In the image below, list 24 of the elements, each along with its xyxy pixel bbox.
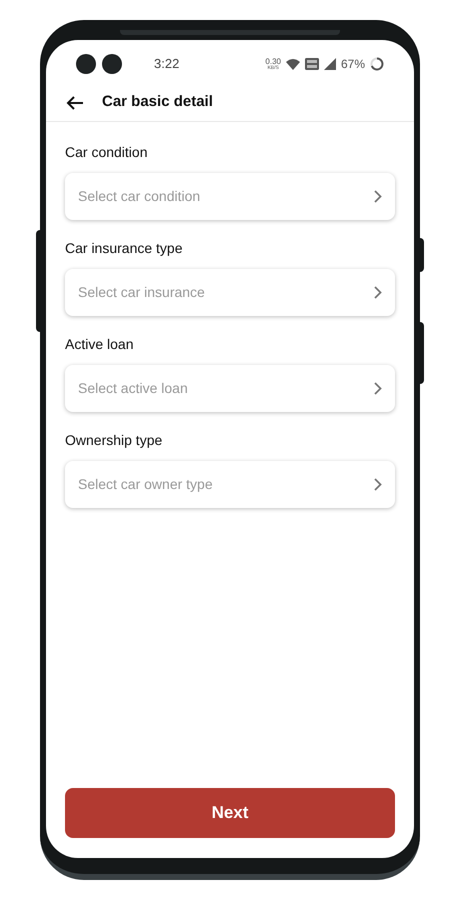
battery-icon xyxy=(370,57,384,71)
chevron-right-icon xyxy=(374,382,382,395)
field-label: Active loan xyxy=(65,335,134,354)
select-field[interactable]: Select car insurance xyxy=(65,269,395,316)
field-label: Car condition xyxy=(65,143,148,162)
field-label: Car insurance type xyxy=(65,239,184,258)
signal-icon xyxy=(324,58,336,70)
select-field[interactable]: Select car condition xyxy=(65,173,395,220)
field-label: Ownership type xyxy=(65,431,164,450)
select-field[interactable]: Select car owner type xyxy=(65,461,395,508)
camera-icon xyxy=(102,54,122,74)
battery-percent: 67% xyxy=(340,56,365,73)
chevron-right-icon xyxy=(374,478,382,491)
chevron-right-icon xyxy=(374,286,382,299)
wifi-icon xyxy=(286,58,300,70)
vowifi-icon xyxy=(304,58,319,70)
next-button[interactable]: Next xyxy=(65,788,395,838)
chevron-right-icon xyxy=(374,190,382,203)
camera-icon xyxy=(76,54,96,74)
select-field[interactable]: Select active loan xyxy=(65,365,395,412)
network-speed: 0.30 xyxy=(265,58,281,66)
back-arrow-icon[interactable] xyxy=(66,94,84,110)
status-time: 3:22 xyxy=(154,55,180,74)
page-title: Car basic detail xyxy=(102,92,213,112)
